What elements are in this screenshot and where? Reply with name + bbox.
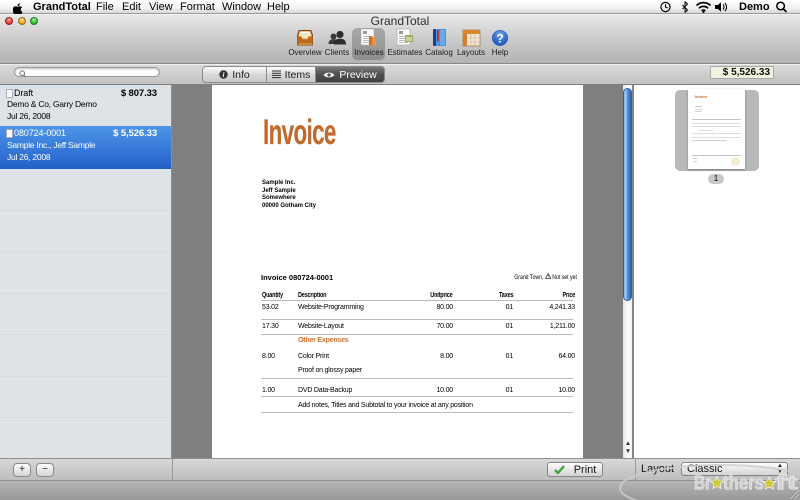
svg-text:i: i [223, 71, 225, 79]
svg-text:?: ? [496, 31, 503, 45]
